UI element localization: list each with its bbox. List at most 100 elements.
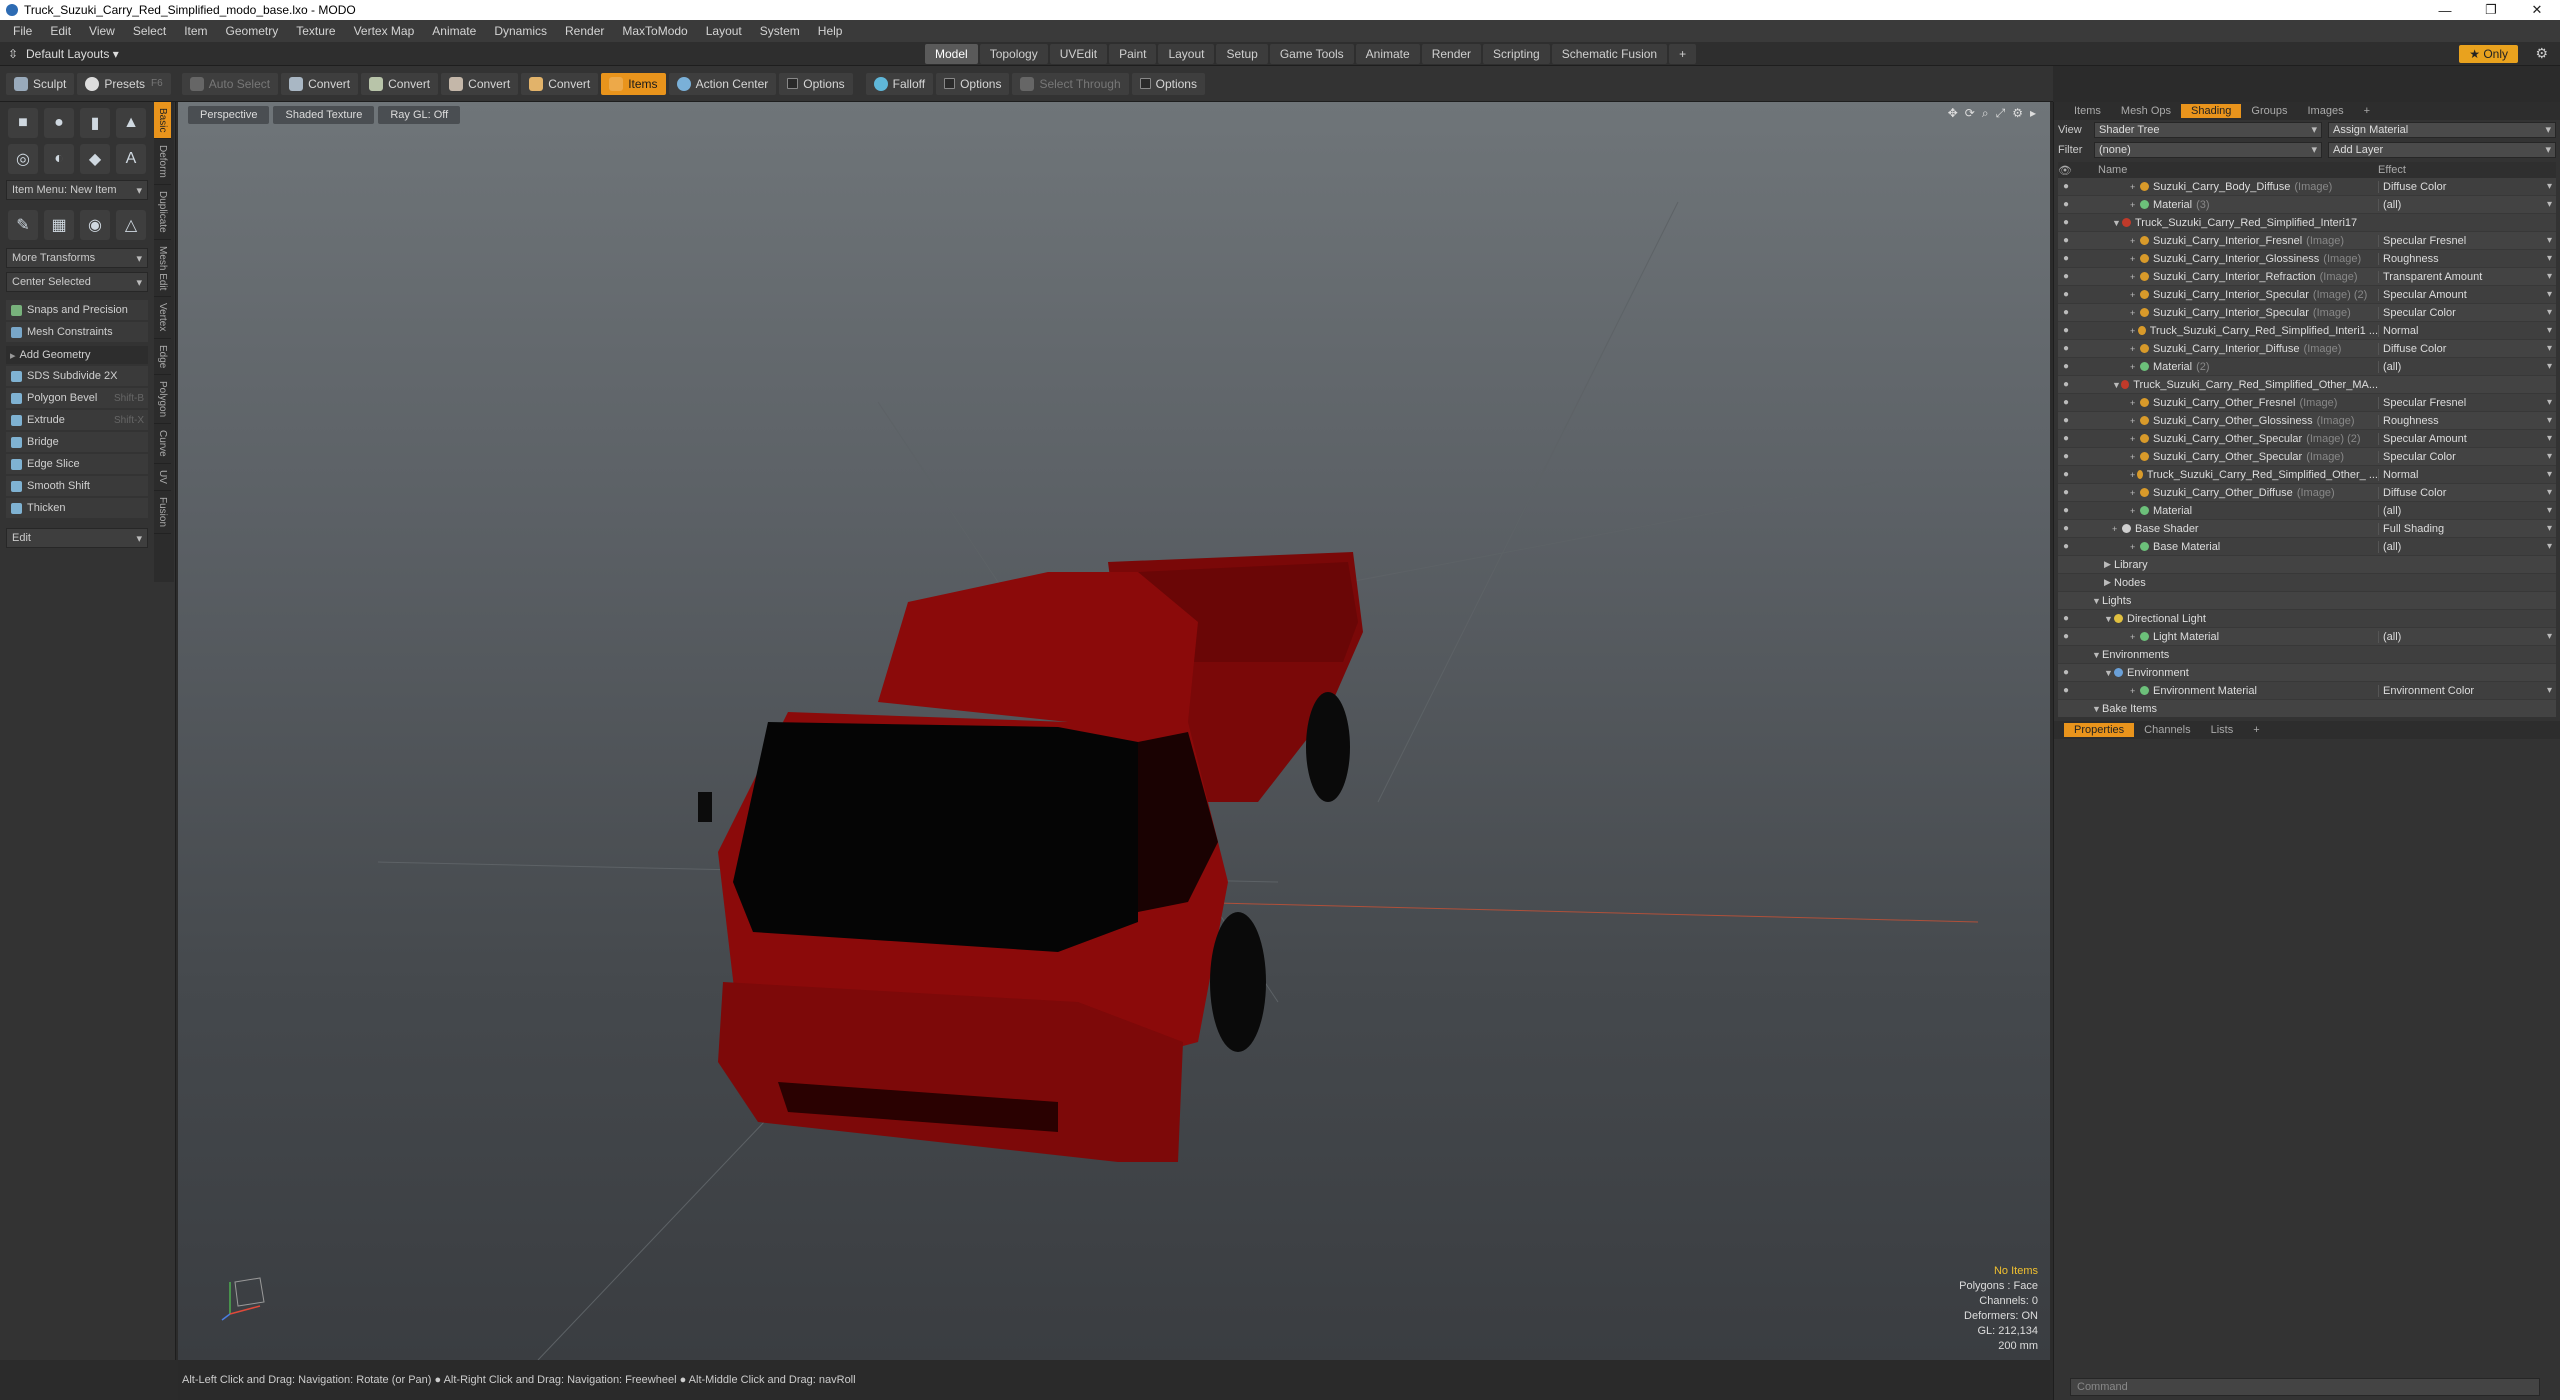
menu-geometry[interactable]: Geometry xyxy=(217,24,288,38)
tab-schematic-fusion[interactable]: Schematic Fusion xyxy=(1551,44,1668,64)
tree-branch-icon[interactable]: + xyxy=(2130,506,2140,516)
shader-tree-row[interactable]: ▼ Environments xyxy=(2058,646,2556,664)
globe-icon[interactable]: ◉ xyxy=(80,210,110,240)
tab-paint[interactable]: Paint xyxy=(1109,44,1157,64)
visibility-eye-icon[interactable]: ● xyxy=(2058,397,2074,408)
tab-animate[interactable]: Animate xyxy=(1355,44,1420,64)
shader-tree-row[interactable]: ● + Truck_Suzuki_Carry_Red_Simplified_Othe… xyxy=(2058,466,2556,484)
extrude-button[interactable]: Extrude Shift-X xyxy=(6,410,148,430)
tab-images[interactable]: Images xyxy=(2298,104,2354,118)
rotate-view-icon[interactable]: ⟳ xyxy=(1965,106,1975,121)
tab-shading[interactable]: Shading xyxy=(2181,104,2242,118)
effect-dropdown[interactable]: Diffuse Color xyxy=(2378,180,2556,193)
grid-icon[interactable]: ▦ xyxy=(44,210,74,240)
vtab-vertex[interactable]: Vertex xyxy=(154,297,171,339)
tree-branch-icon[interactable]: + xyxy=(2130,290,2140,300)
falloff-button[interactable]: Falloff xyxy=(865,72,934,95)
name-column-header[interactable]: Name xyxy=(2098,164,2378,176)
effect-dropdown[interactable]: Specular Fresnel xyxy=(2378,396,2556,409)
menu-edit[interactable]: Edit xyxy=(41,24,80,38)
visibility-eye-icon[interactable]: ● xyxy=(2058,199,2074,210)
shader-tree-row[interactable]: ● + Suzuki_Carry_Other_Diffuse (Image) Diffu… xyxy=(2058,484,2556,502)
tree-branch-icon[interactable]: + xyxy=(2130,632,2140,642)
vtab-mesh-edit[interactable]: Mesh Edit xyxy=(154,240,171,298)
visibility-eye-icon[interactable]: ● xyxy=(2058,451,2074,462)
tree-branch-icon[interactable]: + xyxy=(2130,434,2140,444)
minimize-button[interactable]: — xyxy=(2422,3,2468,18)
presets-button[interactable]: Presets F6 xyxy=(77,72,171,95)
shader-tree-row[interactable]: ● + Environment Material Environment Color xyxy=(2058,682,2556,700)
shader-tree-row[interactable]: ● ▼ Environment xyxy=(2058,664,2556,682)
item-menu-dropdown[interactable]: Item Menu: New Item xyxy=(6,180,148,200)
view-dropdown[interactable]: Shader Tree xyxy=(2094,122,2322,138)
add-properties-tab[interactable]: + xyxy=(2243,723,2269,737)
effect-dropdown[interactable]: (all) xyxy=(2378,198,2556,211)
tree-branch-icon[interactable]: + xyxy=(2112,524,2122,534)
expand-triangle-icon[interactable]: ▼ xyxy=(2104,614,2114,624)
zoom-view-icon[interactable]: ⌕ xyxy=(1982,106,1989,121)
tree-branch-icon[interactable]: + xyxy=(2130,488,2140,498)
shader-tree-row[interactable]: ● + Suzuki_Carry_Interior_Fresnel (Image) Sp… xyxy=(2058,232,2556,250)
vtab-duplicate[interactable]: Duplicate xyxy=(154,185,171,240)
sculpt-button[interactable]: Sculpt xyxy=(6,72,75,95)
effect-dropdown[interactable]: Roughness xyxy=(2378,252,2556,265)
only-toggle[interactable]: ★ Only xyxy=(2459,45,2518,63)
smooth-shift-button[interactable]: Smooth Shift xyxy=(6,476,148,496)
vtab-curve[interactable]: Curve xyxy=(154,424,171,464)
add-layer-dropdown[interactable]: Add Layer xyxy=(2328,142,2556,158)
tab-uvedit[interactable]: UVEdit xyxy=(1049,44,1108,64)
falloff-options[interactable]: Options xyxy=(936,72,1010,95)
move-view-icon[interactable]: ✥ xyxy=(1948,106,1958,121)
shader-tree-row[interactable]: ▼ Bake Items xyxy=(2058,700,2556,717)
menu-view[interactable]: View xyxy=(80,24,124,38)
cube-icon[interactable]: ■ xyxy=(8,108,38,138)
tab-topology[interactable]: Topology xyxy=(979,44,1048,64)
tree-branch-icon[interactable]: + xyxy=(2130,200,2140,210)
tab-properties[interactable]: Properties xyxy=(2064,723,2135,737)
shader-tree-row[interactable]: ▼ Lights xyxy=(2058,592,2556,610)
tree-branch-icon[interactable]: + xyxy=(2130,470,2137,480)
shader-tree-row[interactable]: ● + Suzuki_Carry_Other_Specular (Image) Spec… xyxy=(2058,448,2556,466)
shader-tree-row[interactable]: ● + Material (2) (all) xyxy=(2058,358,2556,376)
tree-branch-icon[interactable]: + xyxy=(2130,254,2140,264)
tab-game-tools[interactable]: Game Tools xyxy=(1269,44,1354,64)
viewport-settings-icon[interactable]: ⚙ xyxy=(2012,106,2023,121)
vtab-edge[interactable]: Edge xyxy=(154,339,171,376)
visibility-eye-icon[interactable]: ● xyxy=(2058,343,2074,354)
menu-maxtomodo[interactable]: MaxToModo xyxy=(613,24,696,38)
visibility-eye-icon[interactable]: ● xyxy=(2058,541,2074,552)
truck-roof[interactable] xyxy=(878,572,1198,722)
tree-branch-icon[interactable]: + xyxy=(2130,182,2140,192)
mesh-constraints-button[interactable]: Mesh Constraints xyxy=(6,322,148,342)
close-button[interactable]: ✕ xyxy=(2514,2,2560,18)
sds-subdivide-button[interactable]: SDS Subdivide 2X xyxy=(6,366,148,386)
shader-tree-row[interactable]: ● + Truck_Suzuki_Carry_Red_Simplified_Inte… xyxy=(2058,322,2556,340)
tree-branch-icon[interactable]: ▶ xyxy=(2104,577,2114,588)
expand-triangle-icon[interactable]: ▼ xyxy=(2112,218,2122,228)
convert-materials-button[interactable]: Convert xyxy=(521,72,599,95)
effect-dropdown[interactable]: Full Shading xyxy=(2378,522,2556,535)
pyramid-icon[interactable]: △ xyxy=(116,210,146,240)
tab-mesh-ops[interactable]: Mesh Ops xyxy=(2111,104,2181,118)
visibility-eye-icon[interactable]: ● xyxy=(2058,685,2074,696)
tab-groups[interactable]: Groups xyxy=(2241,104,2297,118)
effect-dropdown[interactable]: (all) xyxy=(2378,540,2556,553)
shader-tree-row[interactable]: ● ▼ Truck_Suzuki_Carry_Red_Simplified_Othe… xyxy=(2058,376,2556,394)
tree-branch-icon[interactable]: + xyxy=(2130,308,2140,318)
shader-tree-row[interactable]: ● + Suzuki_Carry_Body_Diffuse (Image) Diffus… xyxy=(2058,178,2556,196)
visibility-eye-icon[interactable]: ● xyxy=(2058,469,2074,480)
shader-tree-row[interactable]: ● + Material (3) (all) xyxy=(2058,196,2556,214)
maximize-button[interactable]: ❐ xyxy=(2468,2,2514,18)
effect-dropdown[interactable]: Normal xyxy=(2378,468,2556,481)
snaps-precision-button[interactable]: Snaps and Precision xyxy=(6,300,148,320)
sphere-icon[interactable]: ● xyxy=(44,108,74,138)
plane-icon[interactable]: ◆ xyxy=(80,144,110,174)
tree-branch-icon[interactable]: + xyxy=(2130,416,2140,426)
tab-model[interactable]: Model xyxy=(925,44,978,64)
text-icon[interactable]: A xyxy=(116,144,146,174)
shader-tree-row[interactable]: ● + Suzuki_Carry_Other_Specular (Image) (2)… xyxy=(2058,430,2556,448)
shader-tree-row[interactable]: ● ▼ Directional Light xyxy=(2058,610,2556,628)
tab-lists[interactable]: Lists xyxy=(2201,723,2244,737)
menu-help[interactable]: Help xyxy=(809,24,852,38)
shader-tree-row[interactable]: ● + Base Material (all) xyxy=(2058,538,2556,556)
